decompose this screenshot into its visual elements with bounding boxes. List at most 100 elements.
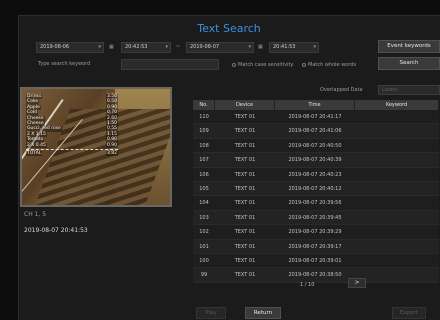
radio-icon: [232, 62, 236, 67]
preview-datetime: 2019-08-07 20:41:53: [24, 227, 88, 234]
start-date-field[interactable]: 2019-08-06 ▾: [36, 42, 104, 53]
start-date-value: 2019-08-06: [40, 44, 70, 50]
cell-time: 2019-08-07 20:40:39: [288, 157, 342, 164]
table-row[interactable]: 108 TEXT 01 2019-08-07 20:40:50: [193, 138, 439, 154]
table-row[interactable]: 106 TEXT 01 2019-08-07 20:40:23: [193, 167, 439, 182]
cell-device: TEXT 01: [234, 214, 256, 221]
cell-no: 110: [199, 114, 209, 120]
overlapped-data-value: Latest: [382, 87, 398, 93]
cell-keyword: [355, 211, 439, 224]
end-time-field[interactable]: 20:41:53 ▾: [269, 42, 319, 53]
cell-device: TEXT 01: [234, 200, 256, 207]
start-time-field[interactable]: 20:42:53 ▾: [121, 42, 171, 53]
cell-device: TEXT 01: [234, 185, 256, 192]
cell-no: 101: [199, 243, 209, 250]
end-date-value: 2019-08-07: [190, 44, 220, 50]
cell-time: 2019-08-07 20:40:50: [288, 142, 342, 149]
column-header-no[interactable]: No.: [193, 100, 215, 110]
chevron-down-icon: ▾: [98, 44, 101, 50]
cell-no: 99: [200, 272, 208, 279]
event-keywords-button[interactable]: Event keywords: [378, 40, 440, 53]
return-button[interactable]: Return: [245, 307, 281, 319]
calendar-icon[interactable]: ▦: [109, 43, 114, 52]
table-row[interactable]: 99 TEXT 01 2019-08-07 20:38:50: [193, 268, 439, 283]
match-whole-option[interactable]: Match whole words: [302, 61, 356, 70]
cell-device: TEXT 01: [234, 272, 256, 279]
page-indicator: 1 / 10: [300, 282, 315, 288]
cell-time: 2019-08-07 20:39:17: [288, 243, 342, 250]
overlapped-data-label: Overlapped Data: [320, 87, 363, 93]
table-row[interactable]: 102 TEXT 01 2019-08-07 20:39:29: [193, 225, 439, 240]
match-case-label: Match case sensitivity: [238, 62, 294, 68]
receipt-total: TOTAL 3.82: [26, 151, 118, 157]
end-date-field[interactable]: 2019-08-07 ▾: [186, 42, 254, 53]
column-header-keyword[interactable]: Keyword: [355, 100, 439, 110]
cell-no: 109: [199, 128, 209, 135]
chevron-down-icon: ▾: [165, 44, 168, 50]
cell-keyword: [355, 153, 439, 166]
cell-device: TEXT 01: [234, 243, 256, 250]
receipt-divider: [26, 149, 118, 151]
match-whole-label: Match whole words: [308, 62, 357, 68]
cell-device: TEXT 01: [234, 142, 256, 149]
cell-device: TEXT 01: [234, 157, 256, 164]
overlapped-data-select[interactable]: Latest: [378, 85, 440, 95]
cell-time: 2019-08-07 20:40:23: [288, 171, 342, 178]
table-row[interactable]: 109 TEXT 01 2019-08-07 20:41:06: [193, 124, 439, 139]
table-body: 110 TEXT 01 2019-08-07 20:41:17 109 TEXT 01…: [193, 110, 439, 283]
cell-no: 102: [199, 229, 209, 236]
next-page-button[interactable]: >: [348, 278, 366, 288]
export-button[interactable]: Export: [392, 307, 426, 319]
results-table: No. Device Time Keyword 110 TEXT 01 2019-0…: [193, 100, 439, 283]
video-preview: Drinks 3.50 Coke 0.50 Apple 0.90 Cold 0.70 C…: [20, 87, 172, 207]
cell-time: 2019-08-07 20:41:17: [288, 114, 342, 120]
cell-keyword: [355, 168, 439, 181]
keyword-label: Type search keyword: [38, 61, 91, 67]
cell-no: 106: [199, 171, 209, 178]
cell-time: 2019-08-07 20:39:56: [288, 200, 342, 207]
cell-keyword: [355, 225, 439, 238]
search-button[interactable]: Search: [378, 57, 440, 70]
cell-keyword: [355, 110, 439, 123]
calendar-icon[interactable]: ▦: [258, 43, 263, 52]
table-row[interactable]: 101 TEXT 01 2019-08-07 20:39:17: [193, 239, 439, 254]
cell-keyword: [355, 182, 439, 195]
cell-time: 2019-08-07 20:39:29: [288, 229, 342, 236]
start-time-value: 20:42:53: [125, 44, 148, 50]
cell-device: TEXT 01: [234, 257, 256, 264]
cell-device: TEXT 01: [234, 229, 256, 236]
table-row[interactable]: 105 TEXT 01 2019-08-07 20:40:12: [193, 181, 439, 197]
table-row[interactable]: 107 TEXT 01 2019-08-07 20:40:39: [193, 153, 439, 168]
table-row[interactable]: 100 TEXT 01 2019-08-07 20:39:01: [193, 253, 439, 269]
range-separator: ~: [176, 44, 181, 50]
cell-no: 100: [199, 257, 209, 264]
page-title: Text Search: [197, 22, 261, 35]
cell-time: 2019-08-07 20:39:01: [288, 257, 342, 264]
cell-time: 2019-08-07 20:41:06: [288, 128, 342, 135]
cell-no: 104: [199, 200, 209, 207]
cell-time: 2019-08-07 20:38:50: [288, 272, 342, 279]
cell-keyword: [355, 254, 439, 267]
match-case-option[interactable]: Match case sensitivity: [232, 61, 293, 70]
receipt-text-overlay: Drinks 3.50 Coke 0.50 Apple 0.90 Cold 0.70 C…: [26, 94, 118, 157]
table-row[interactable]: 103 TEXT 01 2019-08-07 20:39:45: [193, 210, 439, 226]
cell-no: 105: [199, 185, 209, 192]
play-button[interactable]: Play: [196, 307, 226, 319]
end-time-value: 20:41:53: [273, 44, 296, 50]
radio-icon: [302, 62, 306, 67]
column-header-time[interactable]: Time: [275, 100, 355, 110]
table-row[interactable]: 110 TEXT 01 2019-08-07 20:41:17: [193, 110, 439, 125]
cell-keyword: [355, 124, 439, 137]
cell-no: 103: [199, 214, 209, 221]
chevron-down-icon: ▾: [313, 44, 316, 50]
cell-time: 2019-08-07 20:39:45: [288, 214, 342, 221]
column-header-device[interactable]: Device: [215, 100, 275, 110]
table-header: No. Device Time Keyword: [193, 100, 439, 110]
cell-device: TEXT 01: [234, 171, 256, 178]
cell-no: 107: [199, 157, 209, 164]
cell-keyword: [355, 240, 439, 253]
table-row[interactable]: 104 TEXT 01 2019-08-07 20:39:56: [193, 196, 439, 211]
cell-device: TEXT 01: [234, 128, 256, 135]
keyword-input[interactable]: [121, 59, 219, 70]
chevron-down-icon: ▾: [248, 44, 251, 50]
